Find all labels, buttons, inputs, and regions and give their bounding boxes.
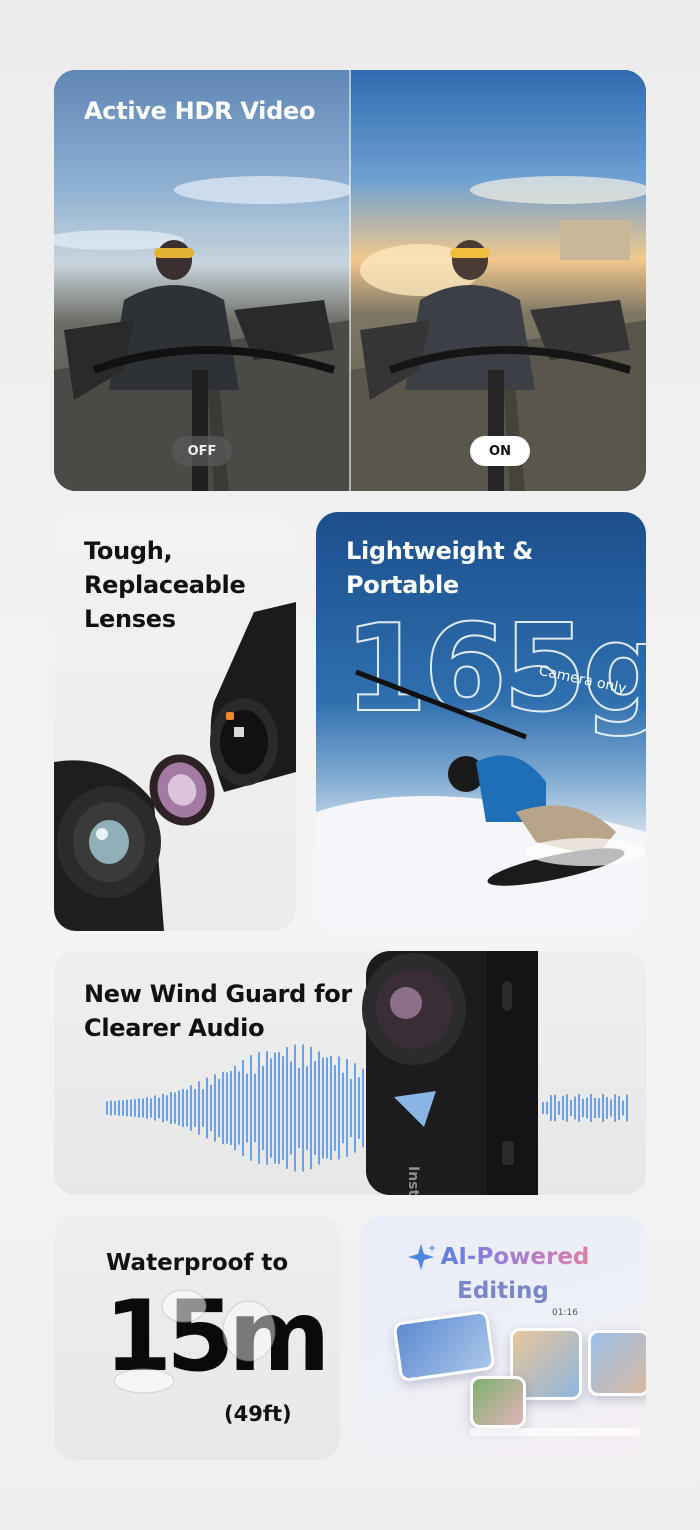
waterproof-feature-card: Waterproof to 15m (49ft)	[54, 1216, 340, 1460]
camera-illustration: Inst	[362, 951, 538, 1195]
hdr-on-badge: ON	[470, 436, 530, 466]
ai-title-line2: Editing	[457, 1278, 549, 1304]
lenses-feature-card: Tough, Replaceable Lenses	[54, 512, 296, 931]
wind-guard-feature-card: New Wind Guard for Clearer Audio Inst	[54, 951, 646, 1195]
camera-brand-text: Inst	[405, 1166, 421, 1195]
ai-title-line1: AI-Powered	[417, 1244, 590, 1270]
snowboarder-illustration	[316, 669, 646, 931]
hdr-on-image	[350, 70, 646, 491]
clip-timestamp: 01:16	[552, 1308, 578, 1318]
hdr-title: Active HDR Video	[84, 97, 316, 125]
hdr-feature-card: Active HDR Video OFF ON	[54, 70, 646, 491]
ai-editing-title: AI-Powered Editing	[360, 1240, 646, 1308]
hdr-off-image	[54, 70, 350, 491]
sparkle-icon	[408, 1244, 436, 1270]
portable-feature-card: Lightweight & Portable 165g Camera only	[316, 512, 646, 931]
ai-editing-feature-card: AI-Powered Editing 01:16	[360, 1216, 646, 1460]
hdr-off-badge: OFF	[172, 436, 232, 466]
clip-thumbnail-4	[470, 1376, 526, 1428]
lens-camera-illustration	[54, 602, 296, 931]
water-droplets	[113, 1289, 276, 1394]
comparison-divider	[349, 70, 351, 491]
clip-thumbnail-3	[588, 1330, 646, 1396]
timeline-bar	[470, 1428, 640, 1436]
clip-thumbnail-1	[392, 1309, 496, 1383]
waterproof-depth-feet: (49ft)	[224, 1402, 292, 1426]
